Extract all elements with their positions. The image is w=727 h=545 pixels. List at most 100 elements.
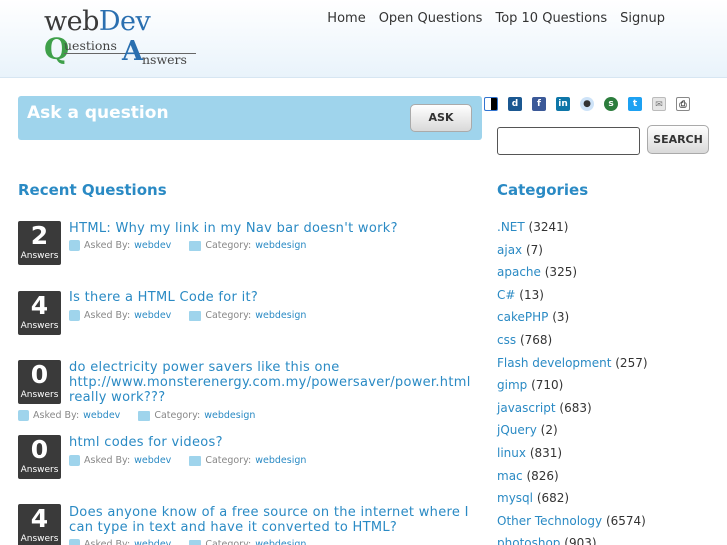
print-icon[interactable]: ⎙ [676,97,690,111]
category-link[interactable]: webdesign [255,539,306,545]
twitter-icon[interactable]: t [628,97,642,111]
category-link[interactable]: jQuery [497,423,537,437]
category-link[interactable]: linux [497,446,526,460]
asked-by-label: Asked By: [84,539,131,545]
category-link[interactable]: gimp [497,378,527,392]
delicious-icon[interactable] [484,97,498,111]
category-label: Category: [205,240,252,251]
category-link[interactable]: .NET [497,220,525,234]
author-link[interactable]: webdev [134,240,171,251]
category-link[interactable]: ajax [497,243,522,257]
category-item: C# (13) [497,284,722,307]
category-item: css (768) [497,329,722,352]
question-title-link[interactable]: do electricity power savers like this on… [69,360,474,405]
category-label: Category: [205,455,252,466]
linkedin-icon[interactable]: in [556,97,570,111]
asked-by-label: Asked By: [33,410,80,421]
category-link[interactable]: webdesign [255,310,306,321]
category-link[interactable]: cakePHP [497,310,548,324]
category-count: (6574) [605,513,646,528]
nav-top-10-questions[interactable]: Top 10 Questions [495,11,607,26]
digg-icon[interactable]: d [508,97,522,111]
stumbleupon-icon[interactable]: s [604,97,618,111]
category-item: javascript (683) [497,397,722,420]
category-link[interactable]: mysql [497,491,533,505]
category-label: Category: [205,310,252,321]
facebook-icon[interactable]: f [532,97,546,111]
ask-question-bar[interactable]: Ask a question ASK [18,96,482,140]
answer-count-badge[interactable]: 0 Answers [18,435,61,479]
answers-label: Answers [20,390,59,400]
author-link[interactable]: webdev [83,410,120,421]
question-title-link[interactable]: Is there a HTML Code for it? [69,290,258,305]
author-link[interactable]: webdev [134,455,171,466]
category-count: (826) [526,468,559,483]
answer-count-badge[interactable]: 4 Answers [18,291,61,335]
site-logo[interactable]: webDev Q uestions A nswers [44,6,204,70]
question-meta: Asked By: webdev Category: webdesign [69,455,306,466]
question-title-link[interactable]: Does anyone know of a free source on the… [69,505,474,535]
category-item: cakePHP (3) [497,306,722,329]
category-link[interactable]: apache [497,265,541,279]
answer-count-badge[interactable]: 0 Answers [18,360,61,404]
category-link[interactable]: Other Technology [497,514,602,528]
asked-by-label: Asked By: [84,455,131,466]
search-button[interactable]: SEARCH [647,125,709,154]
category-label: Category: [205,539,252,545]
answer-count-badge[interactable]: 4 Answers [18,504,61,545]
category-link[interactable]: css [497,333,516,347]
site-header: webDev Q uestions A nswers Home Open Que… [0,0,727,78]
answer-count: 0 [30,360,49,389]
category-link[interactable]: javascript [497,401,556,415]
category-count: (903) [564,536,597,545]
ask-button[interactable]: ASK [410,104,472,132]
category-count: (13) [519,287,544,302]
category-link[interactable]: C# [497,288,515,302]
category-link[interactable]: photoshop [497,536,560,545]
user-icon [18,410,29,421]
user-icon [69,455,80,466]
nav-open-questions[interactable]: Open Questions [379,11,483,26]
category-count: (683) [559,400,592,415]
category-count: (710) [531,378,564,393]
question-meta: Asked By: webdev Category: webdesign [69,240,306,251]
logo-questions-text: uestions [64,38,117,53]
question-meta: Asked By: webdev Category: webdesign [69,310,306,321]
category-item: Flash development (257) [497,352,722,375]
category-item: mac (826) [497,465,722,488]
category-link[interactable]: Flash development [497,356,611,370]
category-item: jQuery (2) [497,419,722,442]
reddit-icon[interactable]: ● [580,97,594,111]
category-item: linux (831) [497,442,722,465]
category-item: apache (325) [497,261,722,284]
category-label: Category: [154,410,201,421]
categories-list: .NET (3241) ajax (7) apache (325) C# (13… [497,216,722,545]
nav-signup[interactable]: Signup [620,11,665,26]
answer-count-badge[interactable]: 2 Answers [18,221,61,265]
category-link[interactable]: mac [497,469,523,483]
logo-answers-text: nswers [142,52,187,67]
folder-icon [189,455,202,466]
ask-question-input[interactable]: Ask a question [27,103,169,123]
question-title-link[interactable]: html codes for videos? [69,435,223,450]
category-count: (325) [544,265,578,280]
answers-label: Answers [20,251,59,261]
categories-title: Categories [497,181,589,199]
social-share-bar: d f in ● s t ✉ ⎙ [484,97,690,111]
category-link[interactable]: webdesign [255,455,306,466]
category-link[interactable]: webdesign [255,240,306,251]
question-meta: Asked By: webdev Category: webdesign [69,539,306,545]
category-link[interactable]: webdesign [204,410,255,421]
category-count: (257) [615,355,648,370]
folder-icon [189,240,202,251]
nav-home[interactable]: Home [327,11,365,26]
folder-icon [189,310,202,321]
author-link[interactable]: webdev [134,310,171,321]
search-input[interactable] [497,127,640,155]
author-link[interactable]: webdev [134,539,171,545]
asked-by-label: Asked By: [84,310,131,321]
user-icon [69,310,80,321]
logo-a-letter: A [122,36,143,67]
question-title-link[interactable]: HTML: Why my link in my Nav bar doesn't … [69,221,398,236]
email-icon[interactable]: ✉ [652,97,666,111]
